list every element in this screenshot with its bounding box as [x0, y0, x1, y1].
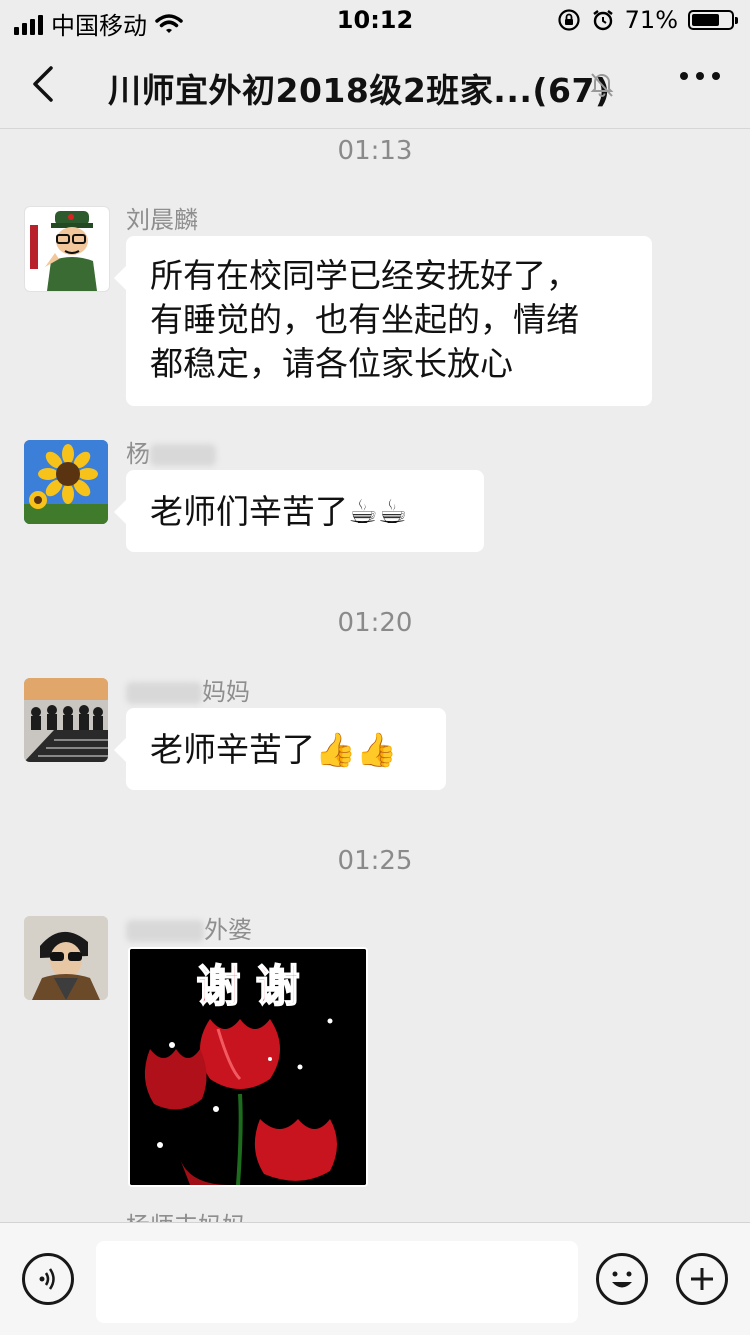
- orientation-lock-icon: [558, 9, 580, 31]
- status-right: 71%: [557, 6, 738, 34]
- sender-name: 杨师丰妈妈: [126, 1206, 246, 1222]
- more-options-icon[interactable]: [680, 72, 720, 80]
- avatar-soldier-image: [30, 211, 97, 291]
- sender-name: 杨: [126, 434, 216, 469]
- message-line: 所有在校同学已经安抚好了，: [150, 256, 579, 295]
- smiley-icon: [612, 1271, 632, 1288]
- timestamp: 01:25: [337, 846, 413, 876]
- redaction-blur: [126, 682, 202, 704]
- timestamp: 01:13: [337, 136, 413, 166]
- sender-name: 外婆: [126, 910, 252, 945]
- battery-fill: [692, 14, 719, 26]
- back-icon[interactable]: [22, 60, 70, 108]
- image-caption: 谢 谢: [196, 961, 299, 1012]
- mute-bell-icon: [590, 73, 614, 97]
- image-message[interactable]: 谢 谢: [128, 947, 368, 1187]
- sender-name: 刘晨麟: [126, 206, 198, 234]
- chat-title: 川师宜外初2018级2班家...(67): [108, 71, 611, 110]
- message-text: 老师辛苦了👍👍: [150, 730, 398, 769]
- avatar[interactable]: [24, 916, 108, 1000]
- avatar-person-sunglasses-image: [24, 916, 108, 1000]
- emoji-button[interactable]: [596, 1253, 648, 1305]
- avatar[interactable]: [24, 440, 108, 524]
- input-bar: [0, 1222, 750, 1335]
- nav-bar: 川师宜外初2018级2班家...(67): [0, 40, 750, 129]
- thank-you-tulip-image: 谢 谢: [130, 949, 366, 1185]
- message-text: 老师们辛苦了☕☕: [150, 492, 408, 531]
- message-line: 有睡觉的，也有坐起的，情绪: [150, 300, 579, 339]
- more-functions-button[interactable]: [676, 1253, 728, 1305]
- message-input[interactable]: [96, 1241, 578, 1323]
- avatar[interactable]: [24, 206, 110, 292]
- sender-name: 妈妈: [126, 672, 250, 707]
- redaction-blur: [150, 444, 216, 466]
- message-bubble[interactable]: 老师辛苦了👍👍: [114, 708, 446, 790]
- avatar-group-photo-image: [24, 678, 108, 762]
- battery-percent: 71%: [624, 6, 678, 34]
- message-bubble[interactable]: 所有在校同学已经安抚好了， 有睡觉的，也有坐起的，情绪 都稳定，请各位家长放心: [114, 236, 652, 406]
- plus-icon: [691, 1268, 713, 1290]
- alarm-icon: [592, 10, 613, 31]
- voice-input-button[interactable]: [22, 1253, 74, 1305]
- avatar-sunflower-image: [24, 440, 108, 524]
- message-line: 都稳定，请各位家长放心: [150, 344, 513, 383]
- voice-icon: [39, 1268, 55, 1290]
- message-bubble[interactable]: 老师们辛苦了☕☕: [114, 470, 484, 552]
- timestamp: 01:20: [337, 608, 413, 638]
- redaction-blur: [126, 920, 204, 942]
- status-bar: 中国移动 10:12 71%: [0, 0, 750, 40]
- battery-icon: [688, 10, 738, 30]
- avatar[interactable]: [24, 678, 108, 762]
